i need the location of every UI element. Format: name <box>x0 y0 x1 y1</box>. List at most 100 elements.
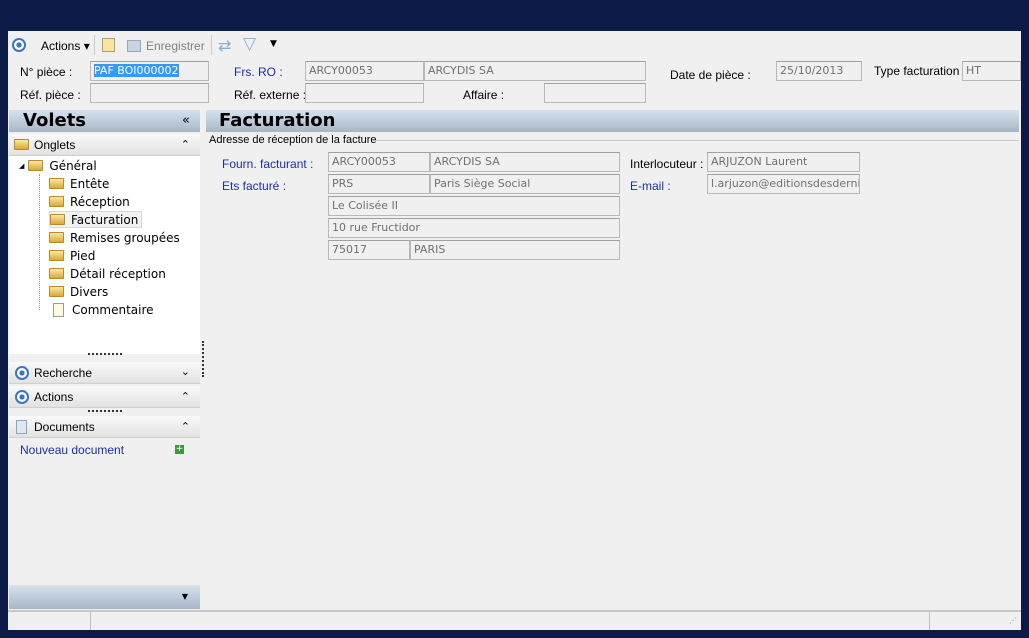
chevron-down-icon[interactable]: ▼ <box>270 39 277 49</box>
documents-label: Documents <box>34 420 95 434</box>
actions-label: Actions <box>41 39 81 53</box>
volets-header: Volets « <box>9 110 200 132</box>
date-input[interactable]: 25/10/2013 <box>776 61 862 81</box>
address2-input[interactable]: 10 rue Fructidor <box>328 218 620 238</box>
document-icon <box>53 302 64 317</box>
status-divider <box>929 612 930 630</box>
documents-header[interactable]: Documents ⌃ <box>9 416 200 438</box>
piece-input[interactable]: PAF BOI000002 <box>90 61 209 81</box>
actions-menu-button[interactable]: Actions ▾ <box>41 39 90 53</box>
folder-icon <box>14 139 29 150</box>
splitter-handle[interactable] <box>88 353 122 355</box>
save-button[interactable]: Enregistrer <box>127 39 205 53</box>
tree-label: Entête <box>70 176 110 191</box>
radio-icon <box>15 366 29 380</box>
status-divider <box>90 612 91 630</box>
address1-input[interactable]: Le Colisée II <box>328 196 620 216</box>
tree-item-divers[interactable]: Divers <box>49 283 111 300</box>
resize-grip-icon[interactable]: ⋰ <box>1009 616 1017 625</box>
new-document-link[interactable]: Nouveau document <box>20 443 124 457</box>
ets-name-input[interactable]: Paris Siège Social <box>430 174 620 194</box>
volets-title: Volets <box>23 110 87 131</box>
postal-code-input[interactable]: 75017 <box>328 240 410 260</box>
frs-code-input[interactable]: ARCY00053 <box>305 61 424 81</box>
folder-icon <box>49 268 64 279</box>
ref-piece-label: Réf. pièce : <box>20 88 81 102</box>
ref-piece-input[interactable] <box>90 83 209 103</box>
frs-link[interactable]: Frs. RO : <box>234 65 283 79</box>
save-label: Enregistrer <box>146 39 205 53</box>
save-icon <box>127 40 141 52</box>
tree-label: Pied <box>70 248 96 263</box>
divider <box>94 35 95 55</box>
folder-icon <box>49 232 64 243</box>
piece-label: N° pièce : <box>20 65 73 79</box>
recherche-label: Recherche <box>34 366 93 380</box>
tree-label: Détail réception <box>70 266 166 281</box>
new-icon[interactable] <box>102 38 115 52</box>
tree-label: Commentaire <box>72 302 154 317</box>
splitter-handle[interactable] <box>88 410 122 412</box>
recherche-header[interactable]: Recherche ⌄ <box>9 362 200 384</box>
add-icon[interactable]: + <box>175 445 184 454</box>
tree-item-pied[interactable]: Pied <box>49 247 98 264</box>
vertical-splitter[interactable] <box>202 341 204 377</box>
document-icon <box>16 420 27 434</box>
type-input[interactable]: HT <box>962 61 1021 81</box>
tree-item-reception[interactable]: Réception <box>49 193 133 210</box>
onglets-label: Onglets <box>34 138 76 152</box>
onglets-header[interactable]: Onglets ⌃ <box>9 134 200 156</box>
tree-item-facturation[interactable]: Facturation <box>49 211 143 228</box>
tree-line <box>39 174 40 310</box>
chevron-down-icon: ▼ <box>181 592 188 601</box>
ets-link[interactable]: Ets facturé : <box>222 179 286 193</box>
group-title: Adresse de réception de la facture <box>209 134 377 146</box>
tree-item-commentaire[interactable]: Commentaire <box>49 301 157 318</box>
frs-name-input[interactable]: ARCYDIS SA <box>424 61 646 81</box>
chevron-down-icon[interactable]: ⌄ <box>181 365 190 378</box>
application-window: Actions ▾ Enregistrer ⇄ ▽ ▼ N° pièce : P… <box>8 31 1021 630</box>
tree-item-general[interactable]: ◢ Général <box>19 157 100 174</box>
interlocuteur-input[interactable]: ARJUZON Laurent <box>707 152 860 172</box>
tree-label: Divers <box>70 284 109 299</box>
collapse-sidebar-button[interactable]: « <box>182 113 190 128</box>
divider <box>211 35 212 55</box>
type-label: Type facturation : <box>874 64 967 78</box>
interlocuteur-label: Interlocuteur : <box>630 157 704 171</box>
fourn-code-input[interactable]: ARCY00053 <box>328 152 430 172</box>
affaire-input[interactable] <box>544 83 646 103</box>
chevron-up-icon[interactable]: ⌃ <box>181 390 190 403</box>
affaire-label: Affaire : <box>463 88 505 102</box>
chevron-up-icon[interactable]: ⌃ <box>181 420 190 433</box>
ets-code-input[interactable]: PRS <box>328 174 430 194</box>
folder-icon <box>49 178 64 189</box>
email-input[interactable]: l.arjuzon@editionsdesdernie <box>707 174 860 194</box>
tree-label: Général <box>49 158 97 173</box>
fourn-name-input[interactable]: ARCYDIS SA <box>430 152 620 172</box>
filter-icon[interactable]: ▽ <box>243 34 256 54</box>
folder-icon <box>28 160 44 171</box>
tree-label: Remises groupées <box>70 230 180 245</box>
folder-icon <box>49 196 64 207</box>
date-label: Date de pièce : <box>670 68 751 82</box>
chevron-up-icon[interactable]: ⌃ <box>181 138 190 151</box>
tree-label: Facturation <box>71 212 139 227</box>
ref-ext-input[interactable] <box>305 83 424 103</box>
status-bar: ⋰ <box>8 610 1021 630</box>
tree-item-detail-reception[interactable]: Détail réception <box>49 265 169 282</box>
sidebar-overflow-button[interactable]: ▼ <box>9 585 200 609</box>
ref-ext-label: Réf. externe : <box>234 88 307 102</box>
refresh-icon[interactable]: ⇄ <box>218 36 231 55</box>
fourn-link[interactable]: Fourn. facturant : <box>222 157 313 171</box>
group-line <box>376 140 1019 141</box>
main-title: Facturation <box>219 110 336 131</box>
onglets-panel: Onglets ⌃ ◢ Général Entête Réception Fact… <box>9 134 200 354</box>
email-link[interactable]: E-mail : <box>630 179 671 193</box>
actions-radio-icon <box>12 38 26 52</box>
city-input[interactable]: PARIS <box>410 240 620 260</box>
main-header: Facturation <box>206 110 1019 132</box>
actions-header[interactable]: Actions ⌃ <box>9 386 200 408</box>
radio-icon <box>15 390 29 404</box>
tree-item-remises[interactable]: Remises groupées <box>49 229 183 246</box>
tree-item-entete[interactable]: Entête <box>49 175 112 192</box>
